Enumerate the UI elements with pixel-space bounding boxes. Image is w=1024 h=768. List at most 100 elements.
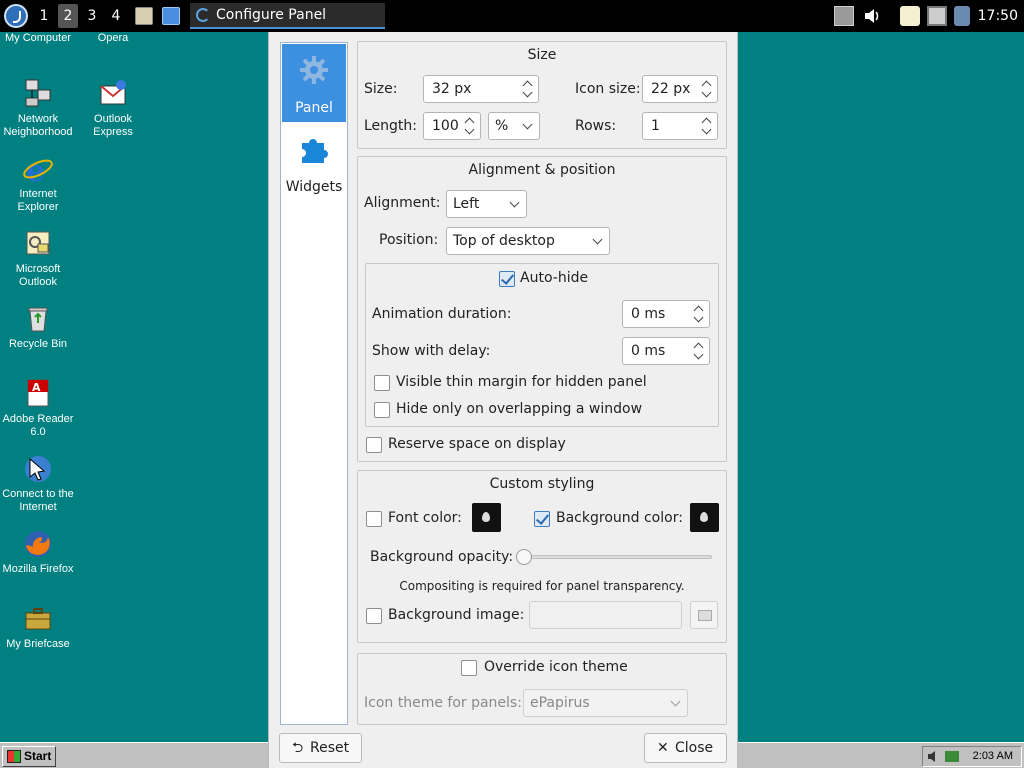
override-icon-theme-label[interactable]: Override icon theme (484, 659, 628, 675)
app-menu-icon[interactable] (4, 4, 28, 28)
reserve-space-checkbox[interactable] (366, 437, 382, 453)
desktop-icon-adobe-reader[interactable]: A Adobe Reader 6.0 (0, 378, 76, 439)
desktop-icon-my-briefcase[interactable]: My Briefcase (0, 603, 76, 651)
background-image-path[interactable] (529, 601, 682, 629)
spin-arrows-icon[interactable] (464, 115, 476, 137)
override-icon-theme-checkbox[interactable] (461, 660, 477, 676)
desktop-icon-firefox[interactable]: Mozilla Firefox (0, 528, 76, 576)
rows-label: Rows: (575, 118, 617, 134)
position-select[interactable]: Top of desktop (446, 227, 610, 255)
taskbar-configure-panel[interactable]: Configure Panel (190, 3, 385, 29)
desktop-icon-recycle-bin[interactable]: Recycle Bin (0, 303, 76, 351)
configure-panel-dialog: Panel Widgets Size Size: 32 px Icon size… (268, 32, 738, 768)
show-desktop-icon[interactable] (135, 7, 153, 25)
task-title: Configure Panel (216, 7, 327, 23)
background-opacity-slider[interactable] (516, 555, 712, 559)
length-unit-value: % (495, 118, 509, 134)
show-delay-spinbox[interactable]: 0 ms (622, 337, 710, 365)
svg-text:e: e (26, 154, 45, 185)
length-spinbox[interactable]: 100 (423, 112, 481, 140)
thin-margin-label[interactable]: Visible thin margin for hidden panel (396, 374, 647, 390)
workspace-1[interactable]: 1 (34, 4, 54, 28)
size-label: Size: (364, 81, 398, 97)
overlap-checkbox[interactable] (374, 402, 390, 418)
autohide-label[interactable]: Auto-hide (520, 270, 588, 286)
network-tray-icon[interactable] (945, 751, 959, 762)
rows-value: 1 (651, 118, 660, 134)
adobe-reader-icon: A (22, 378, 54, 410)
font-color-label[interactable]: Font color: (388, 510, 462, 526)
desktop-icon-connect-internet[interactable]: Connect to the Internet (0, 453, 76, 514)
spin-arrows-icon[interactable] (701, 78, 713, 100)
desktop-icon-internet-explorer[interactable]: e Internet Explorer (0, 153, 76, 214)
icon-size-value: 22 px (651, 81, 691, 97)
desktop-icon-label: Connect to the Internet (2, 488, 74, 513)
position-value: Top of desktop (453, 233, 555, 249)
desktop-icon-my-computer[interactable]: My Computer (0, 32, 76, 45)
network-icon[interactable] (927, 6, 947, 26)
workspace-4[interactable]: 4 (106, 4, 126, 28)
size-spinbox[interactable]: 32 px (423, 75, 539, 103)
sidebar-item-label: Panel (295, 100, 333, 116)
rows-spinbox[interactable]: 1 (642, 112, 718, 140)
close-button[interactable]: ✕ Close (644, 733, 727, 763)
spin-arrows-icon[interactable] (693, 303, 705, 325)
background-color-button[interactable] (690, 503, 719, 532)
animation-duration-spinbox[interactable]: 0 ms (622, 300, 710, 328)
sidebar-item-panel[interactable]: Panel (282, 44, 346, 122)
reserve-space-label[interactable]: Reserve space on display (388, 436, 566, 452)
update-notifier-icon[interactable] (954, 6, 970, 26)
desktop-icon-outlook-express[interactable]: Outlook Express (75, 78, 151, 139)
chevron-down-icon (509, 197, 520, 208)
reset-button[interactable]: ⮌ Reset (279, 733, 362, 763)
tray-time[interactable]: 2:03 AM (973, 750, 1013, 762)
dialog-sidebar: Panel Widgets (280, 42, 348, 725)
tray-app-icon[interactable] (834, 6, 854, 26)
background-opacity-label: Background opacity: (370, 549, 514, 565)
desktop-icon-label: Microsoft Outlook (15, 263, 61, 288)
recycle-bin-icon (22, 303, 54, 335)
alignment-select[interactable]: Left (446, 190, 527, 218)
clock[interactable]: 17:50 (978, 0, 1018, 32)
start-label: Start (24, 749, 52, 763)
spin-arrows-icon[interactable] (693, 340, 705, 362)
custom-styling-title: Custom styling (489, 476, 595, 492)
background-color-label[interactable]: Background color: (556, 510, 683, 526)
overlap-label[interactable]: Hide only on overlapping a window (396, 401, 642, 417)
desktop-icon-label: My Computer (4, 32, 72, 44)
background-image-checkbox[interactable] (366, 608, 382, 624)
network-neighborhood-icon (22, 78, 54, 110)
desktop-icon-network-neighborhood[interactable]: Network Neighborhood (0, 78, 76, 139)
thin-margin-checkbox[interactable] (374, 375, 390, 391)
autohide-checkbox[interactable] (499, 271, 515, 287)
configure-panel-icon (196, 8, 210, 22)
browse-image-icon[interactable] (690, 601, 718, 629)
spin-arrows-icon[interactable] (522, 78, 534, 100)
svg-text:A: A (32, 381, 41, 394)
chevron-down-icon (670, 696, 681, 707)
font-color-checkbox[interactable] (366, 511, 382, 527)
position-label: Position: (379, 232, 439, 248)
workspace-3[interactable]: 3 (82, 4, 102, 28)
puzzle-icon (302, 139, 328, 163)
show-delay-value: 0 ms (631, 343, 666, 359)
icon-theme-select[interactable]: ePapirus (523, 689, 688, 717)
background-color-checkbox[interactable] (534, 511, 550, 527)
workspace-2[interactable]: 2 (58, 4, 78, 28)
clipboard-icon[interactable] (900, 6, 920, 26)
desktop-icon-microsoft-outlook[interactable]: Microsoft Outlook (0, 228, 76, 289)
background-image-label[interactable]: Background image: (388, 607, 524, 623)
spin-arrows-icon[interactable] (701, 115, 713, 137)
animation-duration-value: 0 ms (631, 306, 666, 322)
slider-handle[interactable] (516, 549, 532, 565)
file-manager-icon[interactable] (162, 7, 180, 25)
volume-icon[interactable] (862, 6, 882, 26)
icon-size-spinbox[interactable]: 22 px (642, 75, 718, 103)
length-unit-select[interactable]: % (488, 112, 540, 140)
start-button[interactable]: Start (2, 746, 56, 767)
desktop-icon-opera[interactable]: Opera (75, 32, 151, 45)
font-color-button[interactable] (472, 503, 501, 532)
sidebar-item-widgets[interactable]: Widgets (282, 123, 346, 201)
alignment-position-group: Alignment & position Alignment: Left Pos… (357, 156, 727, 462)
speaker-icon[interactable] (927, 750, 941, 763)
